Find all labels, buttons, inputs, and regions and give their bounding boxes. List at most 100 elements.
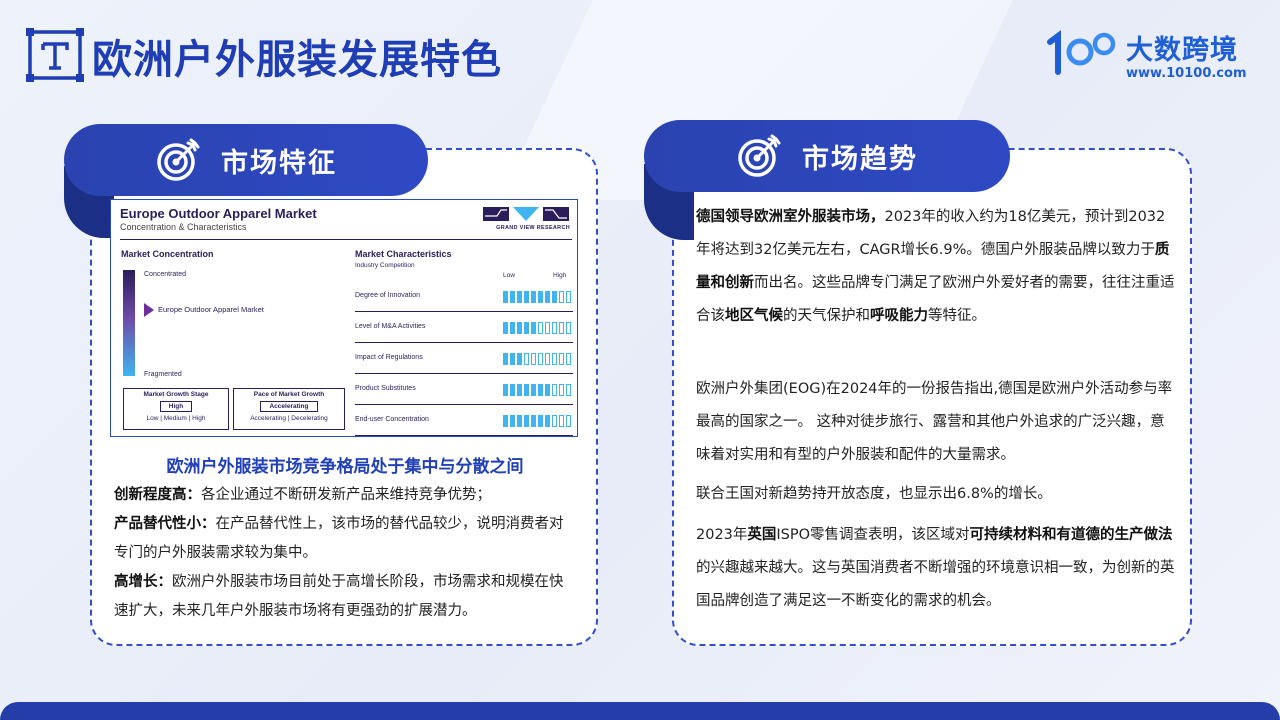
feature-point: 创新程度高：各企业通过不断研发新产品来维持竞争优势； [114, 481, 576, 510]
rating-segment [517, 291, 522, 303]
rating-segment [538, 384, 543, 396]
growth-stage-box: Market Growth Stage High Low | Medium | … [123, 388, 229, 430]
feature-point-text: 各企业通过不断研发新产品来维持竞争优势； [201, 487, 491, 503]
rating-segment [517, 384, 522, 396]
rating-segment [510, 353, 515, 365]
characteristics-subheading: Industry Competition [355, 262, 415, 269]
logo-url: www.10100.com [1126, 66, 1247, 81]
growth-pace-options: Accelerating | Decelerating [250, 415, 328, 422]
rating-segment [566, 353, 571, 365]
highlight-text: 呼吸能力 [870, 308, 928, 324]
rating-segment [524, 353, 529, 365]
chart-subtitle: Concentration & Characteristics [120, 222, 247, 232]
characteristic-row: Impact of Regulations [355, 344, 573, 374]
body-text: 联合王国对新趋势持开放态度，也显示出6.8%的增长。 [696, 486, 1052, 502]
rating-segment [566, 322, 571, 334]
rating-segment [503, 291, 508, 303]
body-text: 的天气保护和 [783, 308, 870, 324]
rating-segment [545, 353, 550, 365]
rating-segment [559, 291, 564, 303]
growth-stage-options: Low | Medium | High [146, 415, 206, 422]
highlight-text: 地区气候 [725, 308, 783, 324]
logo-name: 大数跨境 [1126, 35, 1238, 66]
feature-point-text: 欧洲户外服装市场目前处于高增长阶段，市场需求和规模在快速扩大，未来几年户外服装市… [114, 574, 564, 619]
rating-segment [552, 353, 557, 365]
target-icon [738, 134, 781, 177]
growth-pace-heading: Pace of Market Growth [253, 391, 325, 398]
brand-logo[interactable]: 大数跨境 www.10100.com [1046, 26, 1256, 88]
rating-segment [538, 322, 543, 334]
market-chart-image: Europe Outdoor Apparel Market Concentrat… [110, 199, 578, 437]
feature-point-label: 高增长： [114, 574, 172, 590]
rating-segment [552, 415, 557, 427]
trend-paragraph: 2023年英国ISPO零售调查表明，该区域对可持续材料和有道德的生产做法的兴趣越… [696, 519, 1176, 618]
chart-title: Europe Outdoor Apparel Market [120, 206, 317, 221]
characteristics-heading: Market Characteristics [355, 249, 452, 259]
growth-pace-box: Pace of Market Growth Accelerating Accel… [233, 388, 345, 430]
grand-view-research-logo [483, 207, 569, 221]
concentrated-label: Concentrated [144, 271, 187, 278]
logo-mark-icon [1047, 30, 1116, 75]
rating-segment [559, 353, 564, 365]
chart-brand: GRAND VIEW RESEARCH [496, 225, 570, 231]
rating-segment [559, 384, 564, 396]
characteristic-label: End-user Concentration [355, 416, 429, 423]
rating-segment [510, 415, 515, 427]
feature-point-label: 创新程度高： [114, 487, 201, 503]
body-text: 等特征。 [928, 308, 986, 324]
growth-stage-heading: Market Growth Stage [143, 391, 209, 398]
characteristic-row: End-user Concentration [355, 406, 573, 436]
body-text: 欧洲户外集团(EOG)在2024年的一份报告指出,德国是欧洲户外活动参与率最高的… [696, 381, 1173, 463]
rating-segment [531, 291, 536, 303]
market-marker-label: Europe Outdoor Apparel Market [158, 305, 264, 315]
rating-segment [545, 291, 550, 303]
highlight-text: 英国 [747, 527, 777, 543]
characteristic-row: Level of M&A Activities [355, 313, 573, 343]
trend-paragraph: 德国领导欧洲室外服装市场，2023年的收入约为18亿美元，预计到2032年将达到… [696, 201, 1176, 333]
text-frame-icon [26, 28, 84, 82]
scale-high-label: High [553, 272, 567, 279]
rating-segment [552, 384, 557, 396]
chart-divider [120, 239, 572, 240]
market-features-tab: 市场特征 [64, 124, 428, 196]
body-text: ISPO零售调查表明，该区域对 [776, 527, 970, 543]
concentration-gradient-bar [123, 270, 135, 376]
characteristic-row: Degree of Innovation [355, 282, 573, 312]
concentration-heading: Market Concentration [121, 249, 214, 259]
body-text: 2023年 [696, 527, 748, 543]
rating-segment [566, 291, 571, 303]
feature-point-label: 产品替代性小： [114, 516, 216, 532]
rating-segment [552, 322, 557, 334]
rating-segment [524, 291, 529, 303]
rating-segment [559, 322, 564, 334]
rating-segment [524, 415, 529, 427]
rating-segment [503, 322, 508, 334]
rating-segment [517, 322, 522, 334]
rating-segment [566, 384, 571, 396]
rating-segment [545, 415, 550, 427]
rating-segment [517, 415, 522, 427]
market-marker-arrow-icon [144, 303, 154, 318]
page-title: 欧洲户外服装发展特色 [92, 37, 502, 83]
characteristic-label: Product Substitutes [355, 385, 416, 392]
characteristic-row: Product Substitutes [355, 375, 573, 405]
rating-segment [531, 415, 536, 427]
scale-low-label: Low [503, 272, 515, 279]
rating-segment [503, 415, 508, 427]
feature-point: 产品替代性小：在产品替代性上，该市场的替代品较少，说明消费者对专门的户外服装需求… [114, 510, 576, 568]
rating-segment [552, 291, 557, 303]
trend-paragraph: 联合王国对新趋势持开放态度，也显示出6.8%的增长。 [696, 478, 1176, 511]
rating-segment [538, 291, 543, 303]
rating-segment [538, 415, 543, 427]
rating-segment [517, 353, 522, 365]
fragmented-label: Fragmented [144, 371, 182, 378]
tab-label: 市场趋势 [802, 143, 918, 175]
rating-segment [510, 291, 515, 303]
target-icon [157, 138, 200, 181]
growth-pace-value: Accelerating [260, 401, 318, 412]
rating-segment [545, 322, 550, 334]
characteristic-label: Impact of Regulations [355, 354, 423, 361]
rating-segment [531, 384, 536, 396]
rating-segment [503, 384, 508, 396]
rating-segment [545, 384, 550, 396]
